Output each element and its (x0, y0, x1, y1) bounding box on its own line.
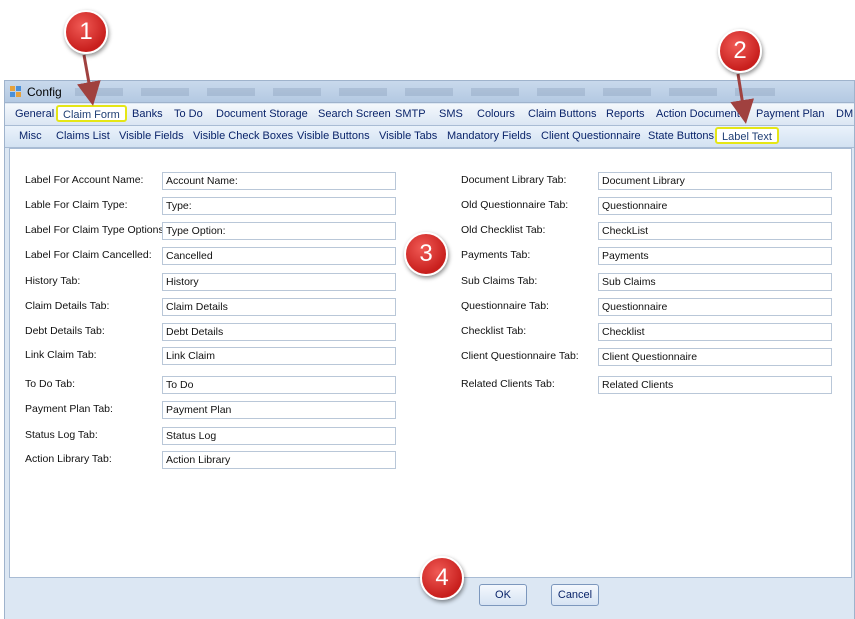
callout-badge-4: 4 (420, 556, 464, 600)
callout-badge-2: 2 (718, 29, 762, 73)
callout-1-arrow (77, 54, 101, 106)
callout-badge-1: 1 (64, 10, 108, 54)
callout-2-arrow (730, 73, 755, 124)
callout-arrows (77, 54, 755, 124)
callout-badge-3: 3 (404, 232, 448, 276)
